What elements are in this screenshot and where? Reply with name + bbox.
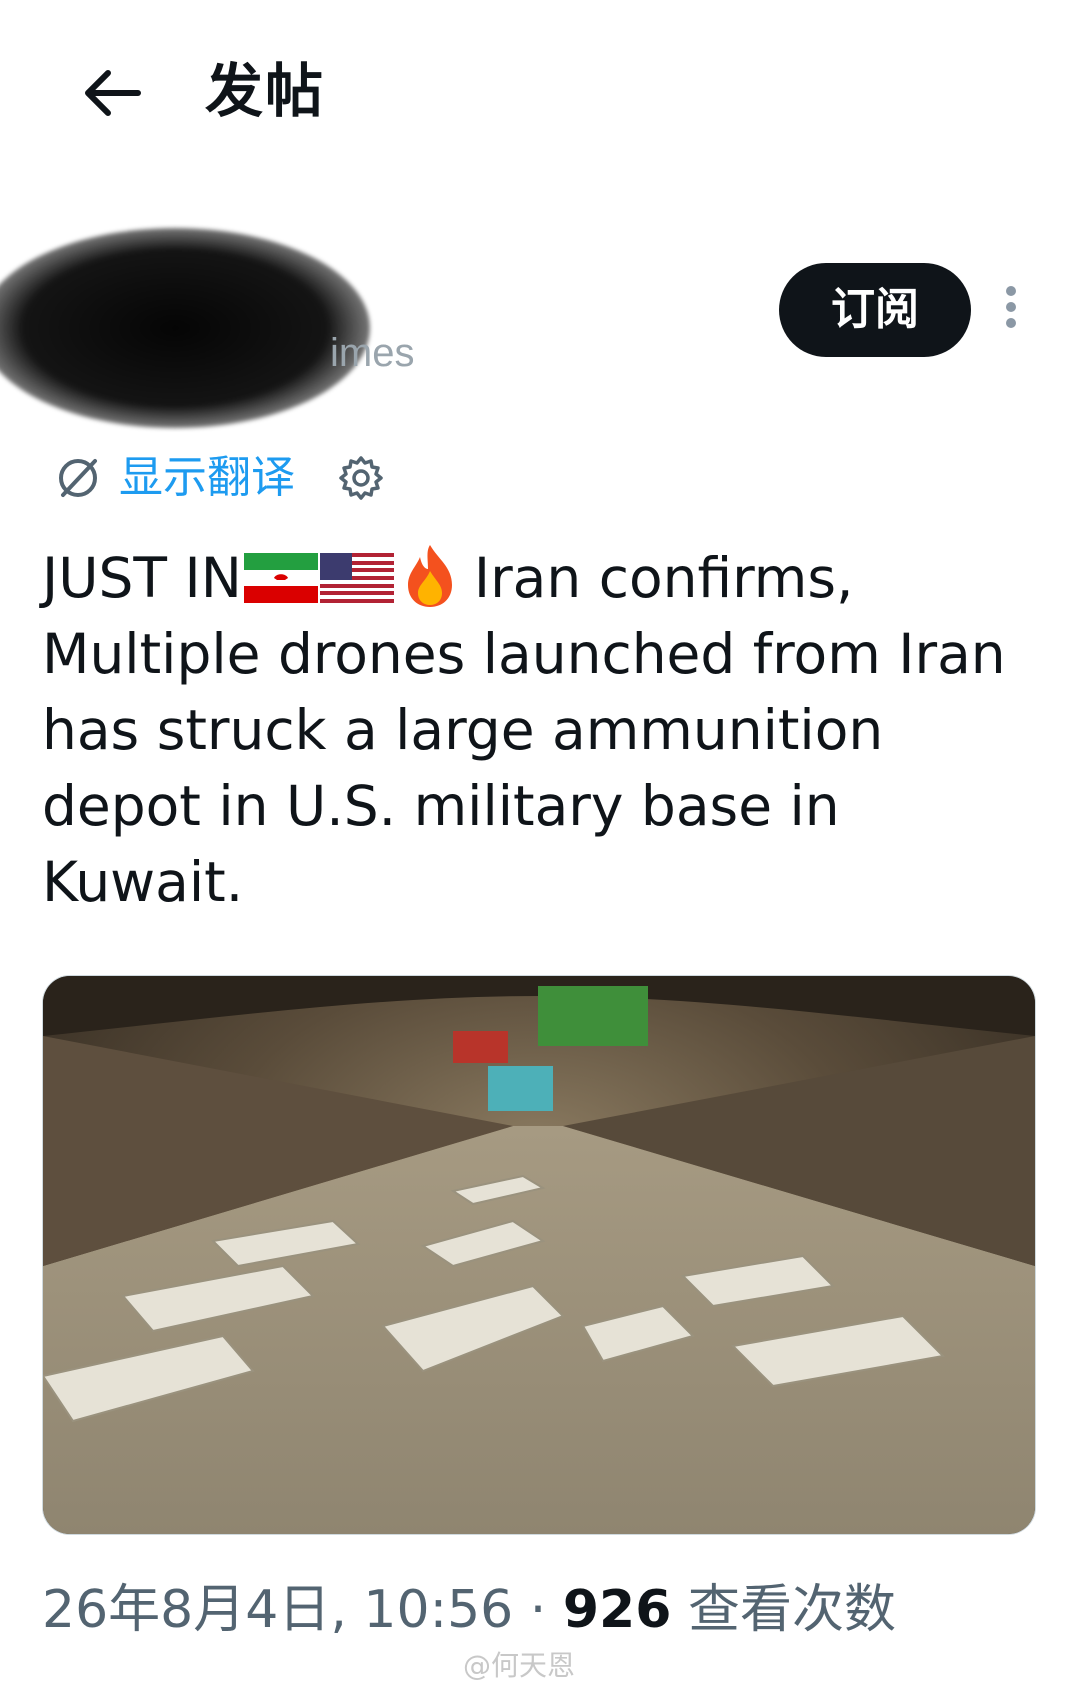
drones-tunnel-photo [43,976,1035,1534]
tweet-meta: 26年8月4日, 10:56 · 926 查看次数 [42,1575,896,1645]
back-button[interactable] [78,58,148,128]
page-title: 发帖 [205,57,326,125]
view-count-label: 查看次数 [687,1580,896,1640]
iran-flag-icon [243,553,318,603]
tweet-timestamp[interactable]: 26年8月4日, 10:56 [42,1580,513,1640]
author-handle[interactable]: imes [330,328,414,378]
translate-row: 显示翻译 [55,448,385,508]
fire-icon [407,545,452,607]
top-bar: 发帖 [0,0,1080,180]
show-translation-link[interactable]: 显示翻译 [119,448,295,508]
usa-flag-icon [319,553,394,603]
translate-globe-icon [59,459,97,497]
tweet-lead: JUST IN [42,546,242,610]
arrow-left-icon [85,70,141,116]
more-options-button[interactable] [996,280,1026,340]
redacted-author [0,228,370,428]
gear-icon[interactable] [337,454,385,502]
more-vertical-icon [1006,286,1016,296]
tweet-photo[interactable] [42,975,1036,1535]
view-count: 926 [562,1580,672,1640]
watermark: @何天恩 [463,1649,576,1682]
tweet-text: JUST IN Iran confirms, Multiple drones l… [42,540,1052,920]
subscribe-button[interactable]: 订阅 [779,263,971,357]
meta-separator: · [529,1580,547,1640]
